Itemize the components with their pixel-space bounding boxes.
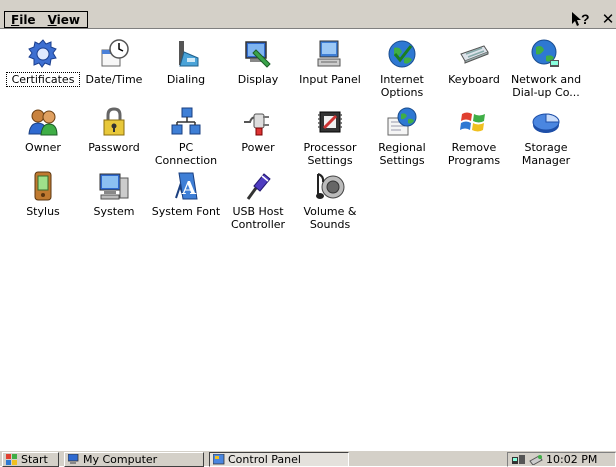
- computer-icon: [99, 173, 129, 200]
- item-volume-sounds[interactable]: Volume & Sounds: [294, 170, 366, 231]
- item-label: Dialing: [166, 73, 206, 86]
- input-panel-icon: [317, 40, 341, 67]
- item-label: Certificates: [6, 72, 80, 87]
- power-plug-icon: [244, 113, 269, 136]
- menu-file-mnemonic: F: [11, 12, 20, 27]
- item-regional-settings[interactable]: Regional Settings: [366, 106, 438, 167]
- item-certificates[interactable]: Certificates: [6, 38, 80, 87]
- padlock-icon: [103, 107, 125, 136]
- item-storage-manager[interactable]: Storage Manager: [510, 106, 582, 167]
- phone-icon: [179, 41, 199, 67]
- storage-pie-icon: [532, 113, 560, 133]
- item-label: Volume & Sounds: [303, 205, 357, 231]
- menu-file-label: ile: [19, 12, 36, 27]
- taskbar-control-panel[interactable]: Control Panel: [209, 452, 349, 467]
- item-label: Keyboard: [448, 73, 500, 86]
- item-password[interactable]: Password: [78, 106, 150, 154]
- keyboard-icon: [460, 45, 489, 64]
- globe-check-icon: [388, 40, 416, 68]
- item-label: PC Connection: [154, 141, 218, 167]
- taskbar: Start My Computer Control Panel 10:02 PM: [0, 450, 616, 467]
- certificates-icon: [28, 39, 57, 68]
- item-label: Power: [241, 141, 275, 154]
- system-tray: 10:02 PM: [507, 452, 616, 467]
- item-pc-connection[interactable]: PC Connection: [150, 106, 222, 167]
- font-icon: A: [175, 172, 198, 200]
- item-label: Internet Options: [380, 73, 424, 99]
- item-processor-settings[interactable]: Processor Settings: [294, 106, 366, 167]
- item-network-dialup[interactable]: Network and Dial-up Co...: [510, 38, 582, 99]
- item-owner[interactable]: Owner: [7, 106, 79, 154]
- speaker-icon: [316, 173, 345, 199]
- item-display[interactable]: Display: [222, 38, 294, 86]
- item-label: System Font: [151, 205, 221, 218]
- item-date-time[interactable]: Date/Time: [78, 38, 150, 86]
- clock: 10:02 PM: [546, 453, 598, 466]
- processor-icon: [318, 111, 342, 133]
- menubar-divider: [0, 28, 616, 29]
- item-label: Display: [237, 73, 279, 86]
- keyboard-status-icon[interactable]: [529, 454, 543, 465]
- item-dialing[interactable]: Dialing: [150, 38, 222, 86]
- item-label: Network and Dial-up Co...: [510, 73, 582, 99]
- network-status-icon[interactable]: [512, 454, 526, 465]
- control-panel-label: Control Panel: [228, 453, 301, 466]
- start-button[interactable]: Start: [2, 452, 59, 467]
- my-computer-icon: [68, 454, 79, 464]
- menu-view-mnemonic: V: [47, 12, 57, 27]
- item-label: Password: [88, 141, 140, 154]
- clock-icon: [101, 39, 129, 67]
- menu-view[interactable]: View: [42, 13, 86, 27]
- svg-text:A: A: [181, 178, 197, 199]
- item-system-font[interactable]: A System Font: [150, 170, 222, 218]
- item-label: Date/Time: [85, 73, 143, 86]
- item-usb-host-controller[interactable]: USB Host Controller: [222, 170, 294, 231]
- regional-globe-icon: [387, 107, 417, 136]
- pc-connection-icon: [171, 107, 201, 135]
- item-stylus[interactable]: Stylus: [7, 170, 79, 218]
- help-question-arrow-icon: ?: [572, 11, 590, 27]
- stylus-device-icon: [34, 171, 52, 201]
- item-label: USB Host Controller: [230, 205, 286, 231]
- item-label: Remove Programs: [447, 141, 501, 167]
- svg-text:?: ?: [581, 11, 590, 27]
- item-label: Input Panel: [299, 73, 361, 86]
- item-label: Stylus: [26, 205, 60, 218]
- my-computer-label: My Computer: [83, 453, 158, 466]
- control-panel-items: Certificates Date/Time Dialing Display I…: [0, 30, 616, 450]
- item-power[interactable]: Power: [222, 106, 294, 154]
- item-label: Regional Settings: [378, 141, 426, 167]
- network-globe-icon: [531, 39, 559, 67]
- item-system[interactable]: System: [78, 170, 150, 218]
- menu-file[interactable]: File: [5, 13, 42, 27]
- item-keyboard[interactable]: Keyboard: [438, 38, 510, 86]
- windows-flag-icon: [460, 112, 485, 132]
- control-panel-icon: [213, 454, 225, 465]
- taskbar-my-computer[interactable]: My Computer: [64, 452, 204, 467]
- item-input-panel[interactable]: Input Panel: [294, 38, 366, 86]
- item-label: System: [93, 205, 135, 218]
- menu-box: File View: [4, 11, 88, 28]
- windows-logo-icon: [6, 454, 17, 465]
- display-icon: [245, 41, 271, 68]
- usb-icon: [246, 173, 271, 200]
- item-label: Processor Settings: [303, 141, 357, 167]
- menu-view-label: iew: [56, 12, 80, 27]
- item-label: Owner: [25, 141, 61, 154]
- item-internet-options[interactable]: Internet Options: [366, 38, 438, 99]
- menu-bar: File View ? ✕: [0, 0, 616, 28]
- close-button[interactable]: ✕: [600, 11, 616, 27]
- start-label: Start: [21, 453, 48, 466]
- users-icon: [28, 109, 58, 136]
- item-remove-programs[interactable]: Remove Programs: [438, 106, 510, 167]
- item-label: Storage Manager: [521, 141, 571, 167]
- help-button[interactable]: ?: [570, 11, 592, 27]
